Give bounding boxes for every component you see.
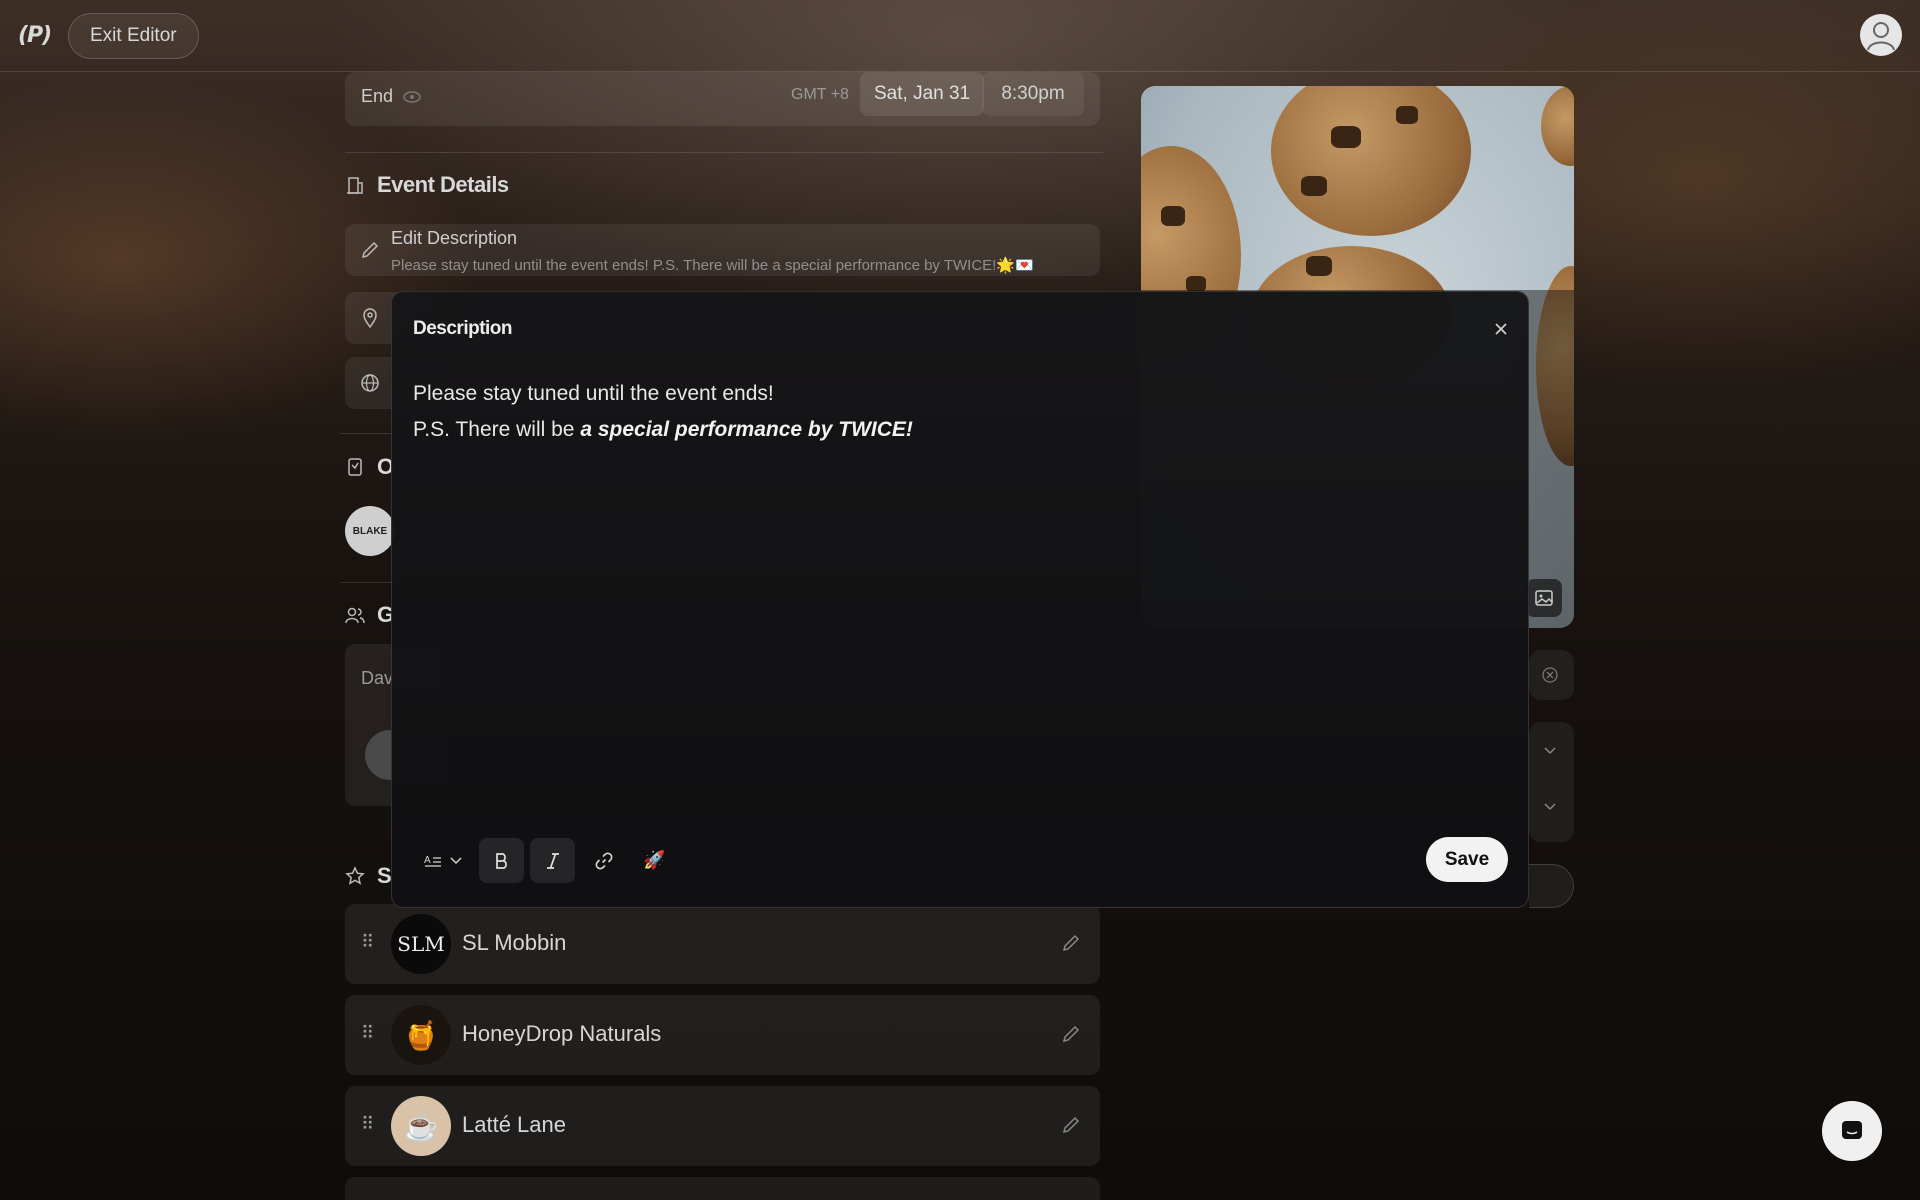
chip-shape bbox=[1301, 176, 1327, 196]
change-image-button[interactable] bbox=[1526, 579, 1562, 617]
editor-line: P.S. There will be a special performance… bbox=[413, 412, 913, 448]
end-label: End bbox=[361, 86, 421, 107]
star-icon bbox=[345, 866, 365, 885]
chip-shape bbox=[1396, 106, 1418, 124]
chat-icon bbox=[1842, 1121, 1862, 1139]
exit-editor-button[interactable]: Exit Editor bbox=[68, 12, 199, 59]
right-field[interactable] bbox=[1529, 650, 1574, 700]
editor-text: P.S. There will be bbox=[413, 418, 581, 441]
description-preview: Please stay tuned until the event ends! … bbox=[391, 257, 1034, 274]
sponsor-row[interactable]: ⠿ 🍯 HoneyDrop Naturals bbox=[345, 995, 1100, 1075]
image-icon bbox=[1535, 590, 1553, 606]
sponsor-logo: ☕ bbox=[391, 1096, 451, 1156]
sponsor-row[interactable]: ⠿ SLM SL Mobbin bbox=[345, 904, 1100, 984]
description-modal: Description Please stay tuned until the … bbox=[391, 291, 1529, 908]
pencil-icon[interactable] bbox=[1060, 1023, 1082, 1045]
event-details-title: Event Details bbox=[377, 172, 509, 197]
text-style-icon: A bbox=[424, 855, 441, 867]
section-divider bbox=[345, 152, 1103, 153]
bold-button[interactable] bbox=[479, 838, 524, 883]
end-label-text: End bbox=[361, 86, 394, 106]
end-time-row: End GMT +8 Sat, Jan 31 8:30pm bbox=[345, 72, 1100, 126]
badge-icon bbox=[348, 458, 362, 476]
link-icon bbox=[595, 852, 612, 869]
chip-shape bbox=[1331, 126, 1361, 148]
user-avatar[interactable] bbox=[1860, 14, 1902, 56]
chip-shape bbox=[1161, 206, 1185, 226]
modal-title: Description bbox=[413, 318, 513, 339]
drag-handle-icon[interactable]: ⠿ bbox=[361, 932, 374, 953]
sponsor-row[interactable]: ⠿ ☕ Latté Lane bbox=[345, 1086, 1100, 1166]
drag-handle-icon[interactable]: ⠿ bbox=[361, 1023, 374, 1044]
organizer-avatar[interactable]: BLAKE bbox=[345, 506, 395, 556]
drag-handle-icon[interactable]: ⠿ bbox=[361, 1114, 374, 1135]
right-button[interactable] bbox=[1529, 864, 1574, 908]
rocket-button[interactable]: 🚀 bbox=[632, 838, 677, 883]
rocket-icon: 🚀 bbox=[643, 850, 666, 870]
svg-text:A: A bbox=[424, 855, 431, 866]
end-date-picker[interactable]: Sat, Jan 31 bbox=[860, 72, 985, 116]
pencil-icon[interactable] bbox=[1060, 932, 1082, 954]
editor-toolbar: A 🚀 bbox=[413, 838, 677, 883]
users-icon bbox=[345, 607, 365, 624]
globe-icon bbox=[361, 374, 379, 392]
building-icon bbox=[347, 177, 363, 194]
edit-description-card[interactable]: Edit Description Please stay tuned until… bbox=[345, 224, 1100, 276]
edit-description-label: Edit Description bbox=[391, 228, 518, 248]
cookie-shape bbox=[1541, 86, 1574, 166]
guests-heading: G bbox=[345, 602, 394, 628]
italic-icon bbox=[546, 852, 559, 869]
sponsors-heading: S bbox=[345, 863, 392, 889]
end-time-picker[interactable]: 8:30pm bbox=[982, 72, 1084, 116]
italic-button[interactable] bbox=[530, 838, 575, 883]
link-button[interactable] bbox=[581, 838, 626, 883]
pin-icon bbox=[363, 308, 377, 329]
pencil-icon[interactable] bbox=[1060, 1114, 1082, 1136]
sponsor-logo: 🍯 bbox=[391, 1005, 451, 1065]
support-chat-button[interactable] bbox=[1822, 1101, 1882, 1161]
close-icon[interactable] bbox=[1490, 318, 1512, 340]
chevron-down-icon bbox=[450, 856, 462, 864]
sponsor-name: HoneyDrop Naturals bbox=[462, 1021, 662, 1046]
editor-emphasis: a special performance by TWICE! bbox=[580, 418, 913, 441]
text-style-dropdown[interactable]: A bbox=[413, 838, 473, 883]
close-circle-icon[interactable] bbox=[1541, 666, 1559, 684]
timezone-label[interactable]: GMT +8 bbox=[791, 86, 849, 104]
eye-icon[interactable] bbox=[403, 90, 421, 104]
cookie-shape bbox=[1271, 86, 1471, 236]
guest-name: Dav bbox=[361, 668, 394, 688]
sponsor-name: Latté Lane bbox=[462, 1112, 566, 1137]
sponsor-row[interactable] bbox=[345, 1177, 1100, 1200]
pencil-icon bbox=[361, 241, 379, 259]
right-options-card[interactable] bbox=[1529, 722, 1574, 842]
description-editor[interactable]: Please stay tuned until the event ends! … bbox=[413, 376, 913, 448]
chevron-down-icon[interactable] bbox=[1543, 746, 1557, 756]
sponsor-logo: SLM bbox=[391, 914, 451, 974]
organizer-heading: O bbox=[345, 454, 394, 480]
sponsor-name: SL Mobbin bbox=[462, 930, 567, 955]
user-icon bbox=[1867, 22, 1895, 51]
app-logo[interactable]: (P) bbox=[18, 23, 54, 48]
chevron-down-icon[interactable] bbox=[1543, 802, 1557, 812]
editor-line: Please stay tuned until the event ends! bbox=[413, 382, 774, 405]
sponsors-title: S bbox=[377, 863, 392, 888]
top-bar: (P) Exit Editor bbox=[0, 0, 1920, 72]
chip-shape bbox=[1306, 256, 1332, 276]
save-button[interactable]: Save bbox=[1426, 837, 1508, 882]
event-details-heading: Event Details bbox=[345, 172, 509, 198]
bold-icon bbox=[495, 852, 507, 869]
